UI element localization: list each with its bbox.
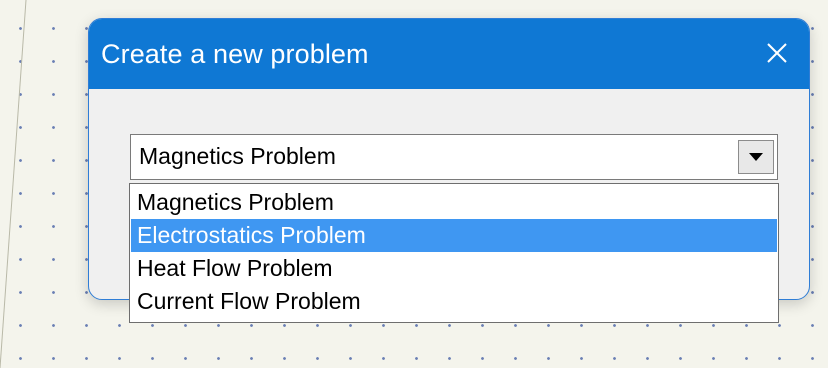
dropdown-arrow-icon <box>749 153 763 161</box>
selected-problem-type: Magnetics Problem <box>139 143 336 169</box>
option-heat-flow-problem[interactable]: Heat Flow Problem <box>131 252 777 285</box>
option-current-flow-problem[interactable]: Current Flow Problem <box>131 285 777 318</box>
dialog-title: Create a new problem <box>101 39 369 69</box>
close-button[interactable] <box>759 35 795 71</box>
option-electrostatics-problem[interactable]: Electrostatics Problem <box>131 219 777 252</box>
problem-type-select[interactable]: Magnetics Problem <box>130 134 778 180</box>
problem-type-listbox: Magnetics Problem Electrostatics Problem… <box>129 183 779 323</box>
close-icon <box>767 43 787 63</box>
dropdown-button[interactable] <box>738 140 774 174</box>
dialog-titlebar: Create a new problem <box>89 19 809 89</box>
decorative-line <box>0 0 27 368</box>
option-magnetics-problem[interactable]: Magnetics Problem <box>131 186 777 219</box>
